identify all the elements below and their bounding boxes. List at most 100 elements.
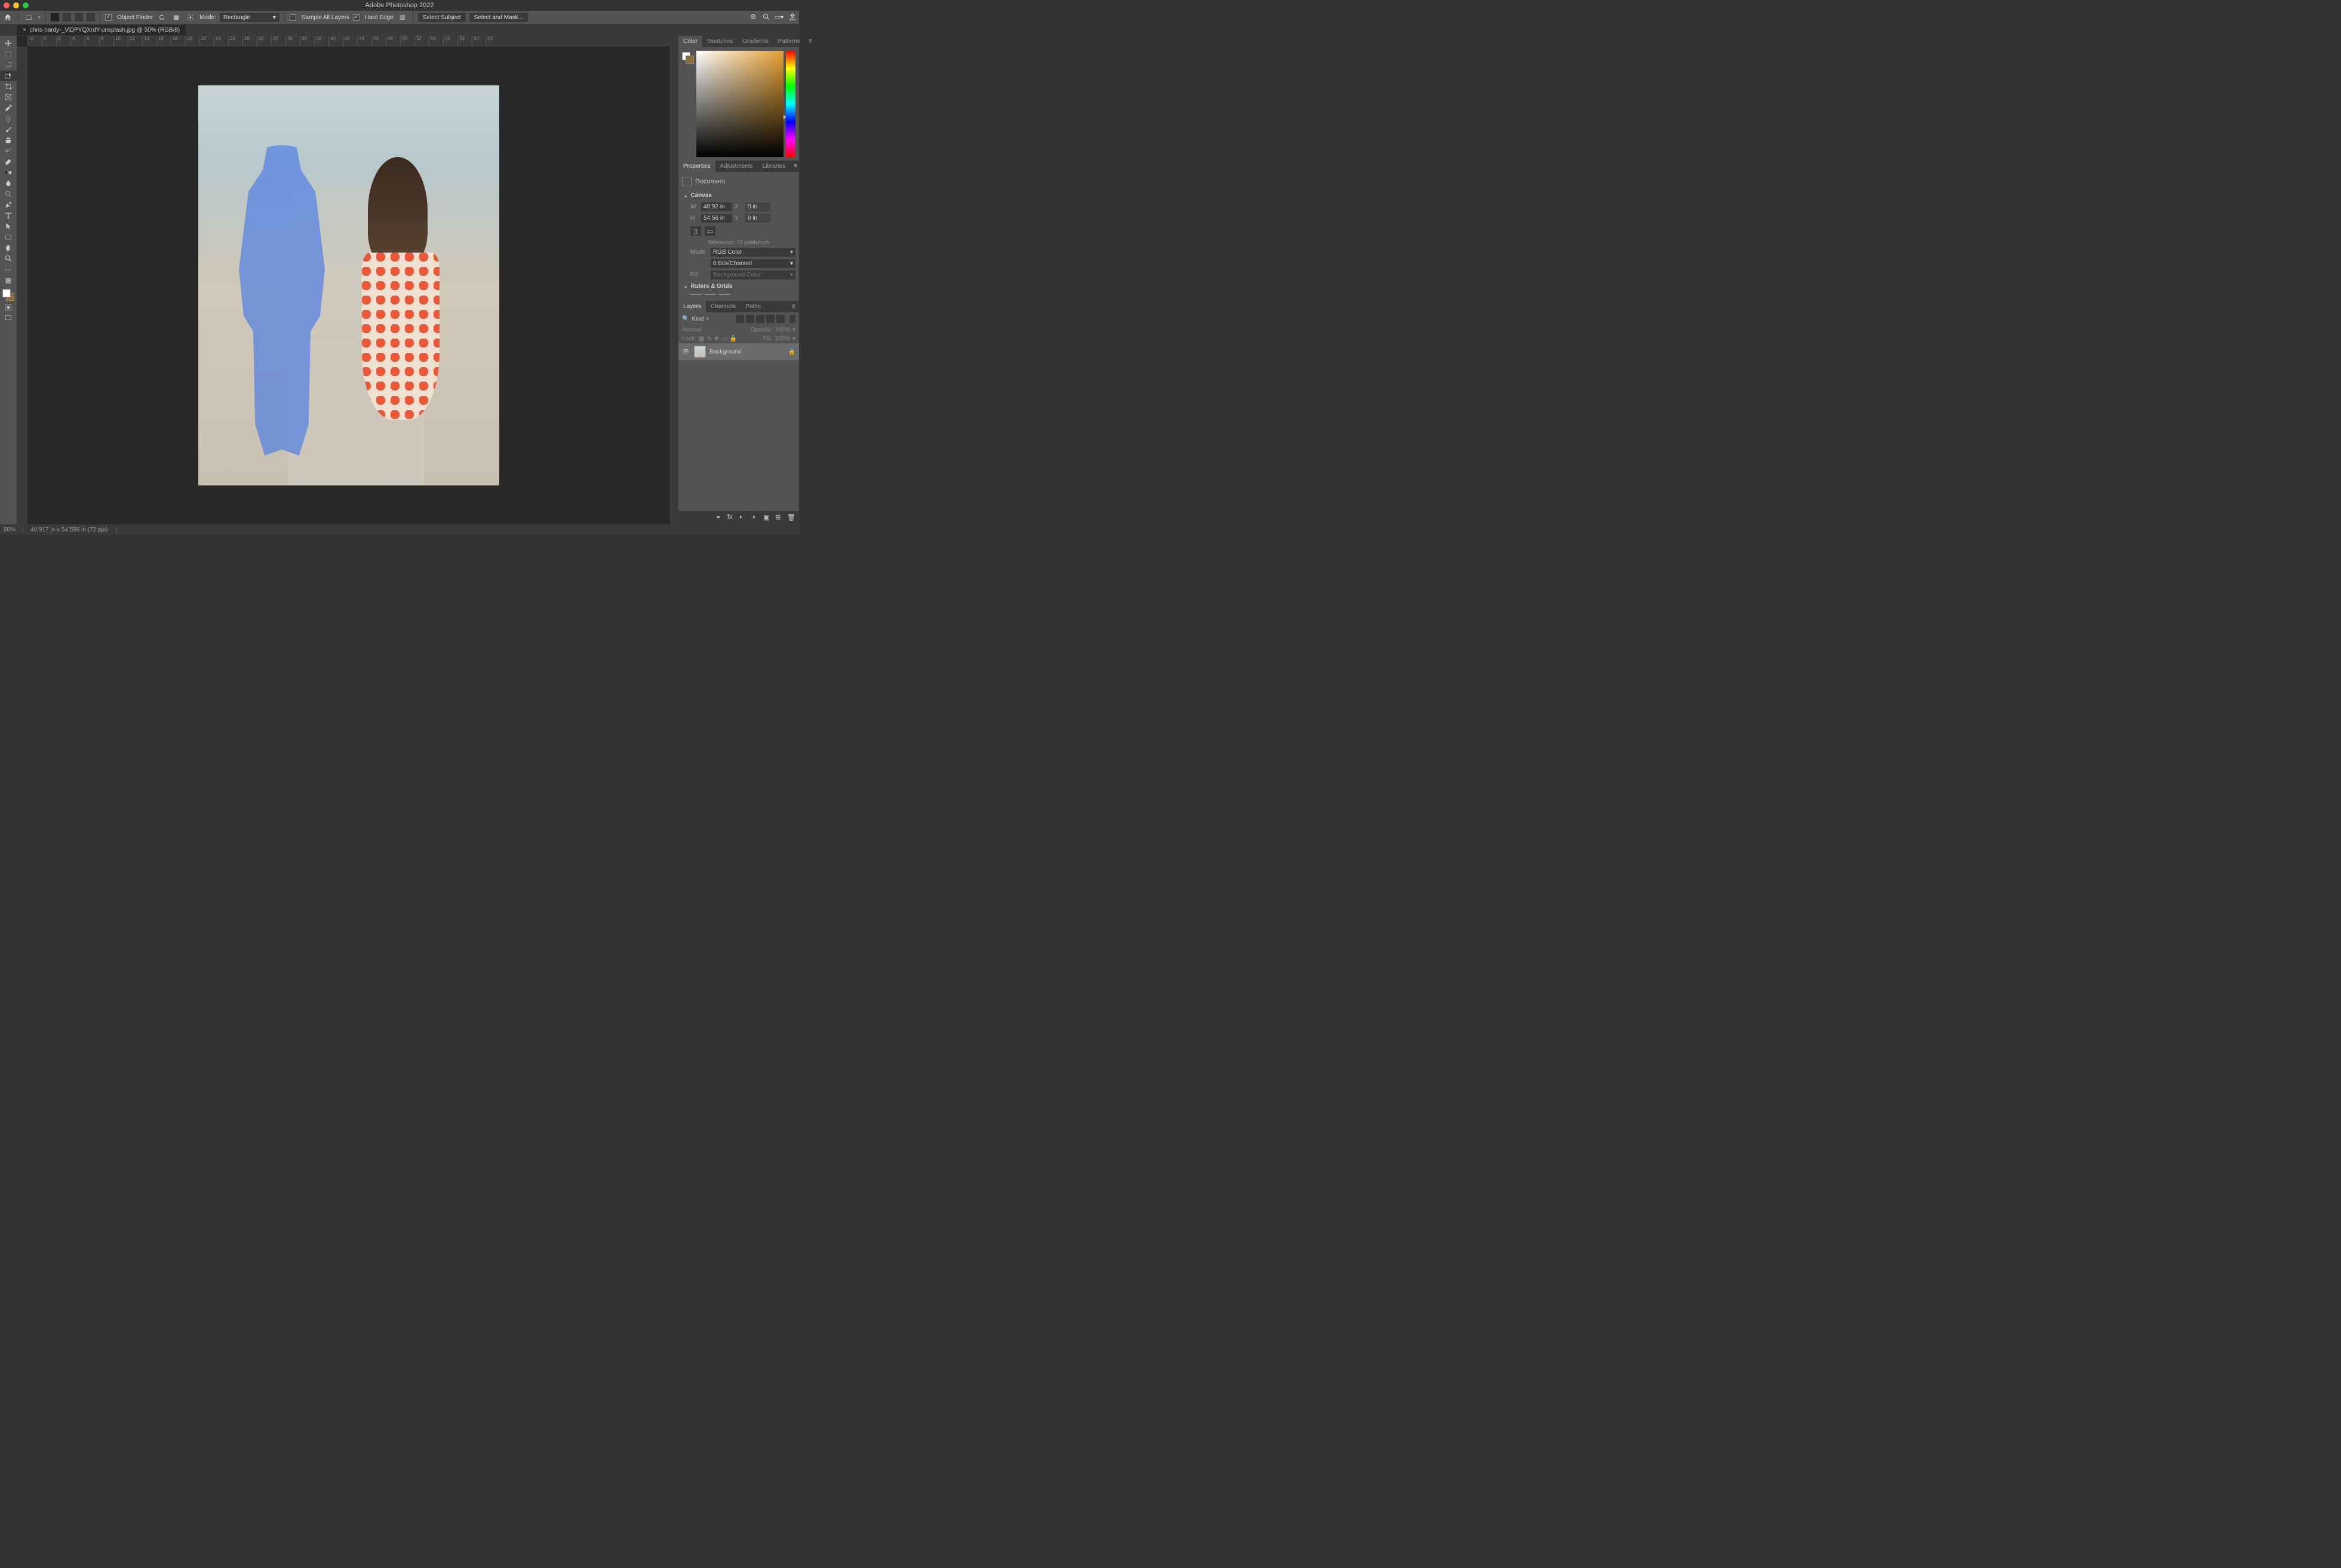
color-mode-dropdown[interactable]: RGB Color▾	[711, 248, 795, 257]
hue-slider[interactable]	[786, 51, 795, 157]
move-tool[interactable]	[0, 38, 17, 49]
screen-mode-icon[interactable]	[0, 313, 17, 324]
close-window-button[interactable]	[4, 2, 10, 8]
new-selection-icon[interactable]	[51, 13, 59, 21]
tab-layers[interactable]: Layers	[678, 301, 706, 312]
quick-mask-icon[interactable]	[0, 302, 17, 313]
foreground-color[interactable]	[2, 289, 11, 297]
pen-tool[interactable]	[0, 199, 17, 210]
tab-patterns[interactable]: Patterns	[773, 36, 805, 47]
share-icon[interactable]	[788, 13, 797, 23]
current-tool-icon[interactable]	[23, 12, 34, 23]
more-tools-icon[interactable]: ⋯	[0, 264, 17, 275]
x-input[interactable]	[745, 202, 770, 211]
lock-artboard-icon[interactable]: ▭	[721, 336, 727, 342]
adjustment-layer-icon[interactable]: ◑	[751, 514, 760, 522]
canvas-area[interactable]: -202468101214161820222426283032343638404…	[17, 36, 670, 524]
intersect-selection-icon[interactable]	[87, 13, 95, 21]
gradient-tool[interactable]	[0, 167, 17, 178]
delete-layer-icon[interactable]: 🗑	[787, 514, 795, 522]
width-input[interactable]	[701, 202, 732, 211]
search-icon[interactable]: 🔍	[682, 316, 689, 322]
document-tab[interactable]: × chris-hardy-_ViDPYQXrdY-unsplash.jpg @…	[17, 25, 186, 35]
link-layers-icon[interactable]: ⚭	[715, 514, 724, 522]
close-icon[interactable]: ×	[23, 27, 26, 33]
filter-toggle-icon[interactable]	[789, 315, 795, 323]
object-selection-tool[interactable]	[0, 70, 17, 81]
zoom-tool[interactable]	[0, 253, 17, 264]
layer-item-background[interactable]: 👁 Background 🔒	[678, 343, 799, 360]
horizontal-ruler[interactable]: -202468101214161820222426283032343638404…	[27, 36, 670, 47]
tab-channels[interactable]: Channels	[706, 301, 741, 312]
panel-menu-icon[interactable]: ≡	[805, 36, 816, 47]
panel-menu-icon[interactable]: ≡	[790, 161, 801, 172]
color-swatches[interactable]	[0, 288, 17, 302]
add-selection-icon[interactable]	[63, 13, 71, 21]
lock-all-icon[interactable]: 🔒	[730, 336, 737, 342]
canvas-section-header[interactable]: Canvas	[682, 190, 795, 201]
refresh-icon[interactable]	[156, 12, 167, 23]
show-overlay-icon[interactable]: ▦	[171, 12, 182, 23]
lasso-tool[interactable]	[0, 60, 17, 70]
lock-pixels-icon[interactable]: ▦	[699, 336, 704, 342]
workspace-icon[interactable]: ▭▾	[775, 14, 784, 21]
fill-dropdown[interactable]: Background Color▾	[711, 270, 795, 279]
tab-libraries[interactable]: Libraries	[758, 161, 790, 172]
rectangle-tool[interactable]	[0, 232, 17, 242]
tab-properties[interactable]: Properties	[678, 161, 715, 172]
mode-dropdown[interactable]: Rectangle ▾	[220, 13, 279, 22]
fill-value[interactable]: 100%	[775, 336, 790, 342]
panel-menu-icon[interactable]: ≡	[788, 301, 799, 312]
portrait-orientation-icon[interactable]: ▯	[690, 226, 701, 236]
new-layer-icon[interactable]: ⊞	[775, 514, 784, 522]
tab-adjustments[interactable]: Adjustments	[715, 161, 758, 172]
dodge-tool[interactable]	[0, 189, 17, 199]
eyedropper-tool[interactable]	[0, 103, 17, 113]
home-icon[interactable]	[2, 12, 13, 23]
bit-depth-dropdown[interactable]: 8 Bits/Channel▾	[711, 259, 795, 268]
blend-mode-dropdown[interactable]: Normal	[682, 327, 748, 333]
color-field[interactable]	[696, 51, 784, 157]
tab-swatches[interactable]: Swatches	[702, 36, 738, 47]
object-finder-checkbox[interactable]	[105, 14, 112, 21]
lock-position-icon[interactable]: ✥	[714, 336, 719, 342]
select-and-mask-button[interactable]: Select and Mask...	[469, 13, 528, 22]
opacity-value[interactable]: 100%	[775, 327, 790, 333]
frame-tool[interactable]	[0, 92, 17, 103]
brush-tool[interactable]	[0, 124, 17, 135]
color-fg-bg-swatch[interactable]	[682, 51, 694, 157]
zoom-level[interactable]: 50%	[4, 527, 16, 533]
cloud-sync-icon[interactable]	[749, 13, 757, 23]
edit-toolbar-icon[interactable]: ▦	[0, 275, 17, 285]
layer-mask-icon[interactable]: ◐	[739, 514, 748, 522]
marquee-tool[interactable]	[0, 49, 17, 60]
group-icon[interactable]: ▣	[763, 514, 772, 522]
y-input[interactable]	[745, 214, 770, 223]
history-brush-tool[interactable]	[0, 146, 17, 156]
type-tool[interactable]	[0, 210, 17, 221]
path-selection-tool[interactable]	[0, 221, 17, 232]
layer-thumbnail[interactable]	[694, 346, 706, 358]
hand-tool[interactable]	[0, 242, 17, 253]
feedback-icon[interactable]: ▥	[397, 12, 408, 23]
panel-dock-strip[interactable]	[670, 36, 678, 524]
minimize-window-button[interactable]	[13, 2, 19, 8]
crop-tool[interactable]	[0, 81, 17, 92]
visibility-icon[interactable]: 👁	[682, 349, 690, 355]
canvas-viewport[interactable]	[27, 47, 670, 524]
sample-all-checkbox[interactable]	[290, 14, 296, 21]
healing-tool[interactable]	[0, 113, 17, 124]
canvas-image[interactable]	[198, 85, 499, 485]
select-subject-button[interactable]: Select Subject	[418, 13, 466, 22]
landscape-orientation-icon[interactable]: ▭	[705, 226, 715, 236]
lock-paint-icon[interactable]: ✎	[706, 336, 711, 342]
clone-stamp-tool[interactable]	[0, 135, 17, 146]
maximize-window-button[interactable]	[23, 2, 29, 8]
hard-edge-checkbox[interactable]	[353, 14, 360, 21]
eraser-tool[interactable]	[0, 156, 17, 167]
tab-paths[interactable]: Paths	[741, 301, 766, 312]
layer-style-icon[interactable]: fx	[727, 514, 736, 522]
rulers-grids-section-header[interactable]: Rulers & Grids	[682, 281, 795, 292]
vertical-ruler[interactable]	[17, 47, 27, 524]
layer-filter-icons[interactable]	[736, 315, 785, 323]
